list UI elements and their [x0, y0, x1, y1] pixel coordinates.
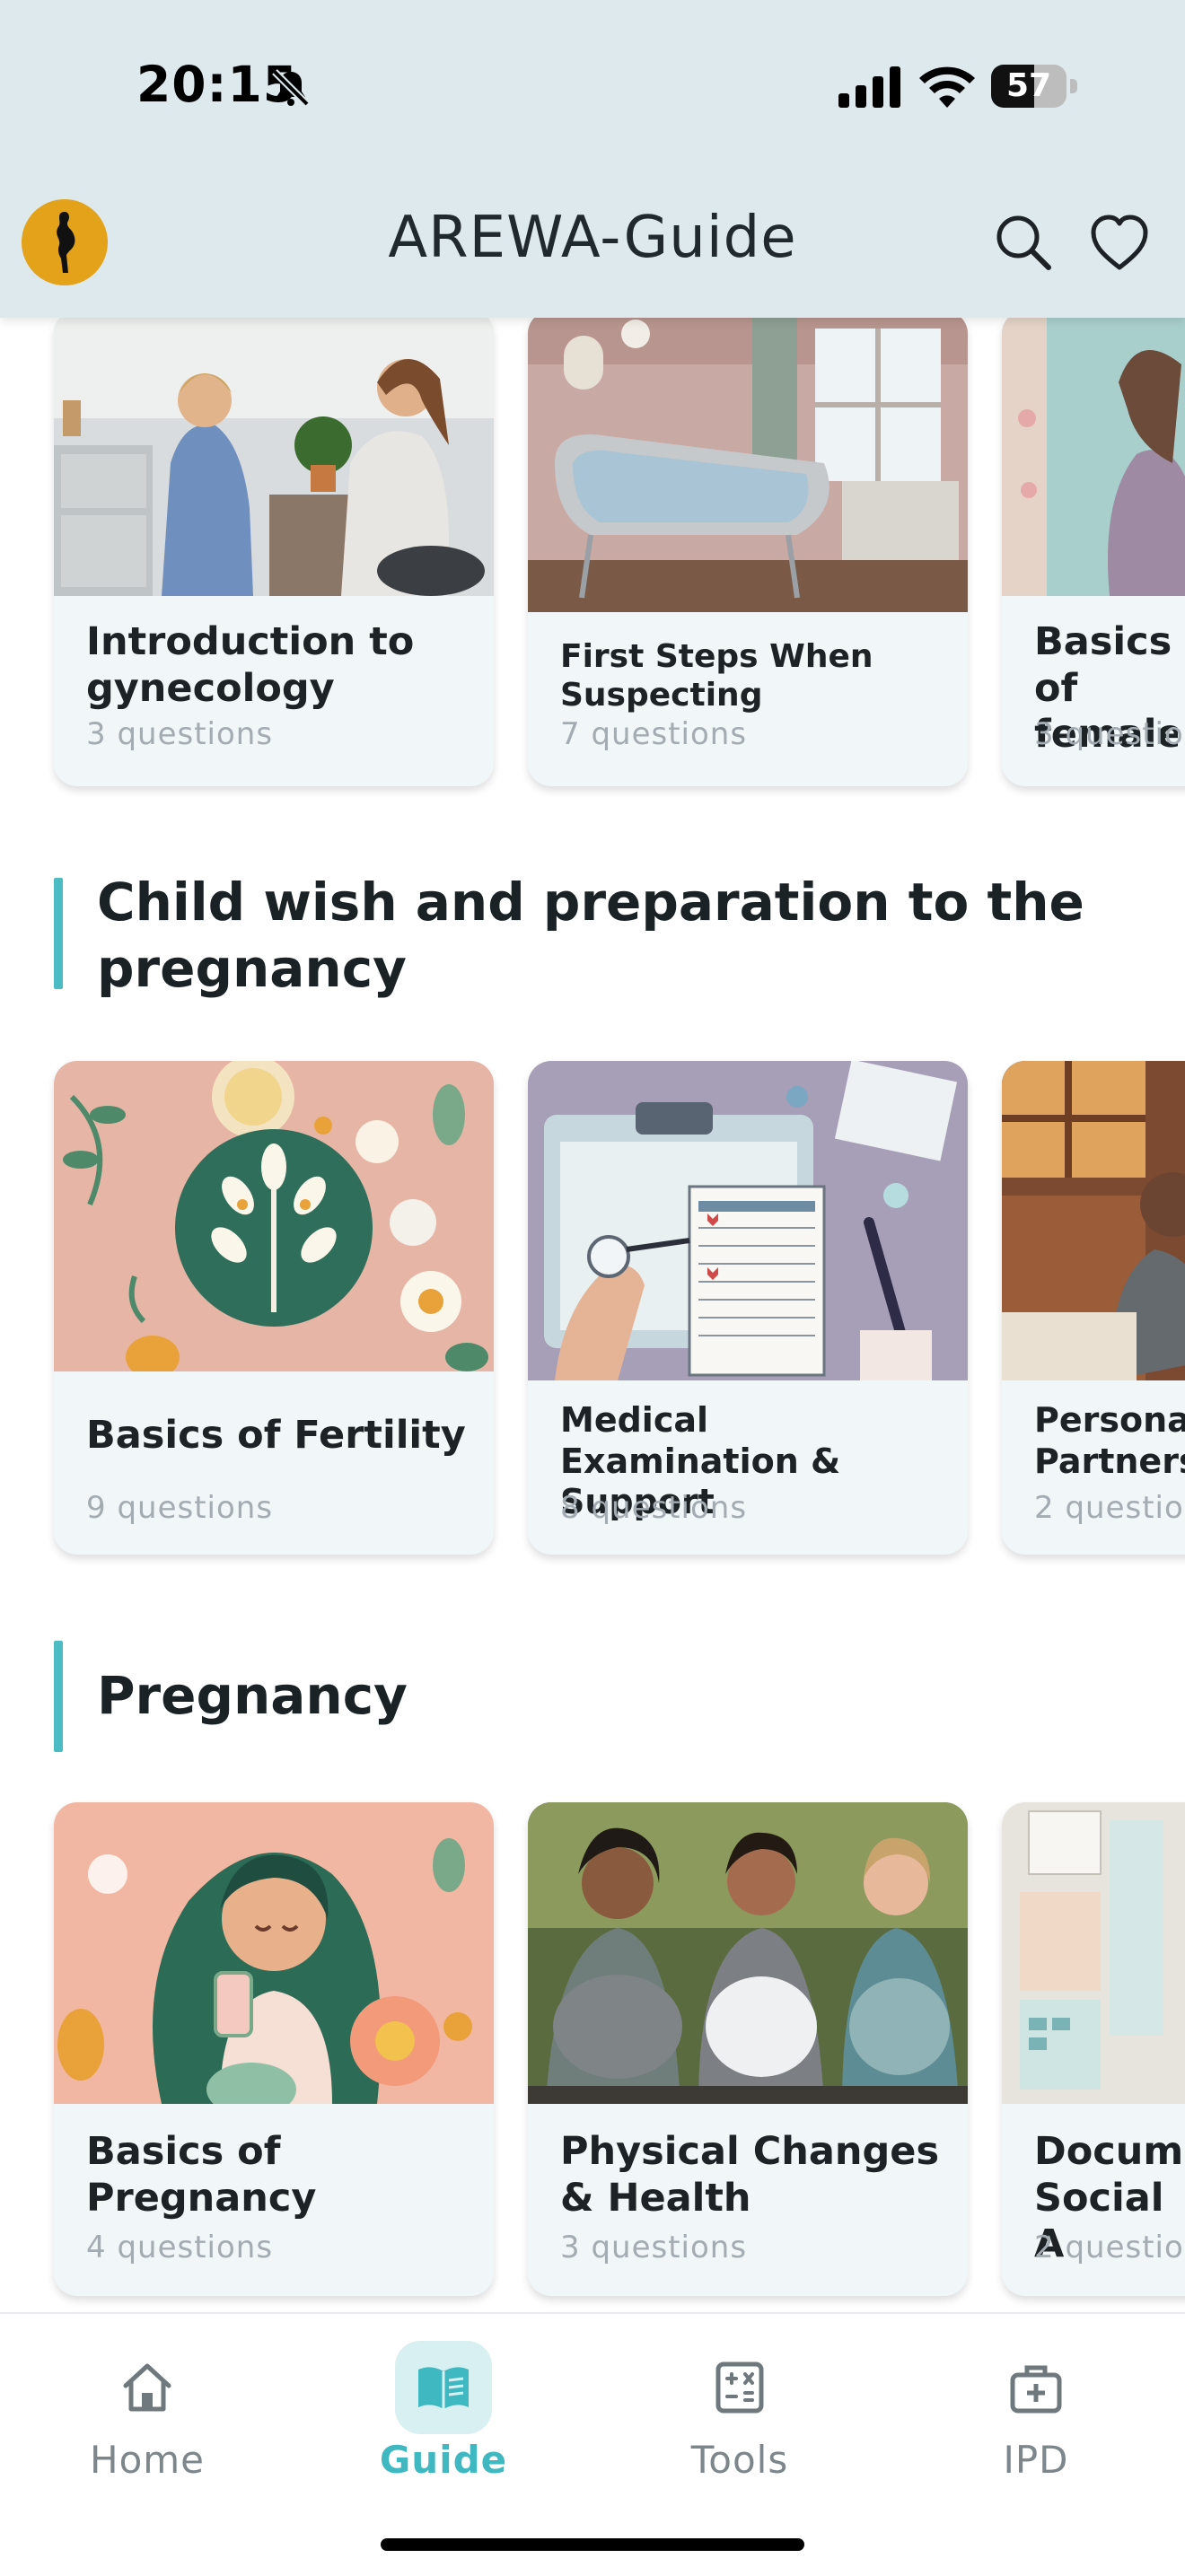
- topic-question-count: 9 questions: [86, 1490, 274, 1526]
- topic-question-count: 8 questions: [560, 1490, 748, 1526]
- topic-question-count: 2 questions: [1034, 1490, 1185, 1526]
- topic-card[interactable]: Physical Changes & Health 3 questions: [528, 1802, 968, 2296]
- topic-image: [1002, 1061, 1185, 1380]
- medical-kit-icon: [1010, 2365, 1062, 2414]
- calculator-icon: [715, 2361, 764, 2414]
- topic-image: [528, 1061, 968, 1380]
- topic-image: [54, 318, 494, 596]
- category-row: Basics of Fertility 9 questions Medical …: [0, 1061, 1185, 1564]
- category-row: Introduction to gynecology 3 questions F…: [0, 318, 1185, 813]
- topic-card[interactable]: Basics of Pregnancy 4 questions: [54, 1802, 494, 2296]
- nav-tools-label: Tools: [690, 2438, 789, 2482]
- topic-title: Basics of Pregnancy: [86, 2129, 317, 2221]
- topic-question-count: 4 questions: [86, 2230, 274, 2265]
- topic-image: [54, 1802, 494, 2104]
- topic-title: First Steps When Suspecting Pregnan…: [560, 638, 873, 718]
- topic-card[interactable]: Introduction to gynecology 3 questions: [54, 318, 494, 786]
- book-icon: [418, 2367, 469, 2409]
- home-icon: [123, 2363, 171, 2412]
- topic-title: Personal Partnership: [1034, 1400, 1185, 1481]
- nav-home-label: Home: [89, 2438, 206, 2482]
- nav-guide[interactable]: Guide: [354, 2341, 533, 2484]
- section-header: Child wish and preparation to the pregna…: [54, 872, 1131, 1003]
- topic-question-count: 2 questions: [1034, 2230, 1185, 2265]
- topic-card[interactable]: First Steps When Suspecting Pregnan… 7 q…: [528, 318, 968, 786]
- topic-question-count: 3 questions: [1034, 716, 1185, 752]
- topic-card[interactable]: Medical Examination & Support 8 question…: [528, 1061, 968, 1555]
- section-accent-bar: [54, 878, 63, 989]
- section-title: Pregnancy: [97, 1665, 408, 1726]
- battery-percent: 57: [1005, 67, 1052, 104]
- app-header: 20:15 57 AREWA-Guide: [0, 0, 1185, 318]
- battery-icon: 57: [991, 65, 1077, 110]
- nav-tools[interactable]: Tools: [650, 2341, 830, 2484]
- topic-title: Physical Changes & Health: [560, 2129, 940, 2221]
- topic-card[interactable]: Personal Partnership 2 questions: [1002, 1061, 1185, 1555]
- topic-title: Basics of Fertility: [86, 1413, 466, 1458]
- section-accent-bar: [54, 1641, 63, 1752]
- topic-card[interactable]: Basics of female 3 questions: [1002, 318, 1185, 786]
- category-row: Basics of Pregnancy 4 questions Physical…: [0, 1802, 1185, 2305]
- bell-off-icon: [269, 66, 312, 110]
- topic-card[interactable]: Basics of Fertility 9 questions: [54, 1061, 494, 1555]
- topic-title: Introduction to gynecology: [86, 619, 415, 711]
- home-indicator: [381, 2538, 804, 2551]
- heart-icon[interactable]: [1088, 212, 1151, 275]
- topic-card[interactable]: Documents Social A 2 questions: [1002, 1802, 1185, 2296]
- topic-question-count: 7 questions: [560, 716, 748, 752]
- cellular-signal-icon: [838, 66, 901, 108]
- nav-guide-label: Guide: [379, 2438, 508, 2482]
- section-title: Child wish and preparation to the pregna…: [97, 872, 1084, 1000]
- bottom-navigation: Home Guide Tools IPD: [0, 2312, 1185, 2576]
- topic-question-count: 3 questions: [560, 2230, 748, 2265]
- nav-ipd[interactable]: IPD: [946, 2341, 1126, 2484]
- wifi-icon: [919, 63, 975, 108]
- search-icon[interactable]: [991, 210, 1054, 273]
- topic-image: [528, 1802, 968, 2104]
- topic-image: [528, 318, 968, 612]
- nav-ipd-label: IPD: [1003, 2438, 1069, 2482]
- topic-question-count: 3 questions: [86, 716, 274, 752]
- topic-image: [1002, 1802, 1185, 2104]
- topic-image: [1002, 318, 1185, 596]
- topic-image: [54, 1061, 494, 1371]
- section-header: Pregnancy: [54, 1641, 1131, 1752]
- guide-content[interactable]: Introduction to gynecology 3 questions F…: [0, 318, 1185, 2312]
- nav-home[interactable]: Home: [57, 2341, 237, 2484]
